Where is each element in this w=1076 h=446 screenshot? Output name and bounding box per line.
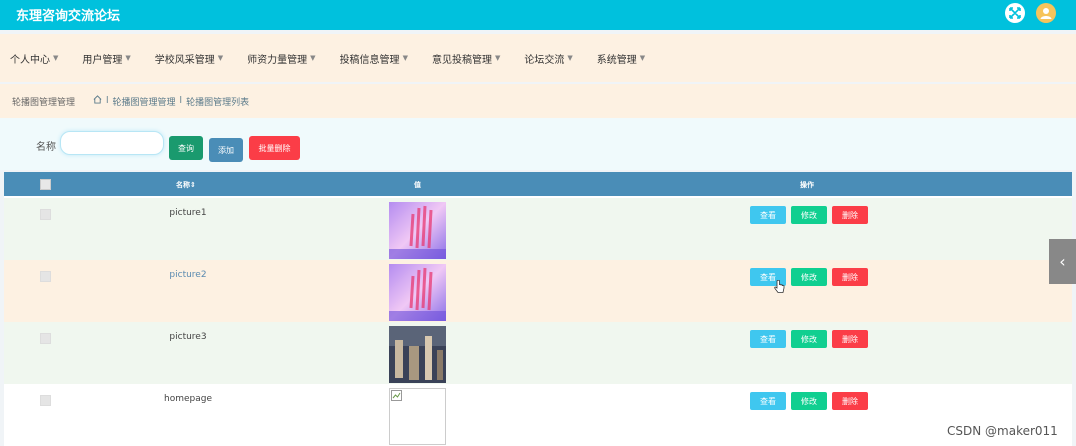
row-name: picture3 (169, 332, 207, 342)
main-menu: 个人中心 ▼ 用户管理 ▼ 学校风采管理 ▼ 师资力量管理 ▼ 投稿信息管理 ▼ 意见投稿… (0, 34, 1076, 82)
batch-delete-button[interactable]: 批量删除 (249, 136, 300, 160)
delete-button[interactable]: 删除 (832, 268, 868, 286)
chevron-down-icon: ▼ (310, 54, 316, 62)
sort-icon[interactable]: ⇕ (190, 181, 196, 189)
breadcrumb-separator: l (106, 96, 109, 106)
search-label: 名称 (36, 142, 56, 153)
table-row: picture1 查看 修改 删除 (4, 198, 1072, 260)
chevron-down-icon: ▼ (494, 54, 501, 62)
delete-button[interactable]: 删除 (832, 392, 868, 410)
table-row: picture3 查看 修改 删除 (4, 322, 1072, 384)
row-name: homepage (164, 394, 212, 404)
home-icon[interactable] (93, 95, 102, 107)
select-all-checkbox[interactable] (40, 179, 51, 190)
chevron-down-icon: ▼ (53, 54, 59, 62)
hand-cursor-icon (774, 279, 785, 298)
table-row: homepage 查看 修改 删除 (4, 384, 1072, 446)
search-input[interactable] (60, 131, 164, 155)
column-header-actions: 操作 (800, 181, 814, 189)
view-button[interactable]: 查看 (750, 206, 786, 224)
row-name: picture2 (169, 270, 207, 280)
chevron-down-icon: ▼ (217, 54, 224, 62)
menu-item-system[interactable]: 系统管理 ▼ (585, 51, 657, 66)
row-image[interactable] (389, 264, 446, 321)
edit-button[interactable]: 修改 (791, 268, 827, 286)
column-header-value: 值 (414, 181, 421, 189)
side-panel-toggle[interactable]: ‹ (1049, 239, 1076, 284)
chevron-left-icon: ‹ (1059, 252, 1066, 271)
chevron-down-icon: ▼ (125, 54, 131, 62)
fullscreen-icon[interactable] (1005, 3, 1025, 23)
breadcrumb-separator: l (179, 96, 183, 106)
breadcrumb-bar: 轮播图管理管理 l 轮播图管理管理 l 轮播图管理列表 (0, 84, 1076, 118)
breadcrumb-item: 轮播图管理列表 (186, 97, 250, 108)
menu-item-faculty[interactable]: 师资力量管理 ▼ (235, 51, 327, 66)
table-row: picture2 查看 修改 删除 (4, 260, 1072, 322)
app-title: 东理咨询交流论坛 (16, 9, 121, 24)
add-button[interactable]: 添加 (209, 138, 243, 162)
watermark: CSDN @maker011 (947, 424, 1058, 438)
delete-button[interactable]: 删除 (832, 330, 868, 348)
search-button[interactable]: 查询 (169, 136, 203, 160)
top-bar: 东理咨询交流论坛 (0, 0, 1076, 30)
edit-button[interactable]: 修改 (791, 330, 827, 348)
table-header: 名称⇕ 值 操作 (4, 172, 1072, 196)
menu-item-personal-center[interactable]: 个人中心 ▼ (0, 51, 70, 66)
chevron-down-icon: ▼ (567, 54, 573, 62)
user-avatar-icon[interactable] (1036, 3, 1056, 23)
column-header-name[interactable]: 名称⇕ (176, 180, 196, 190)
menu-item-forum[interactable]: 论坛交流 ▼ (512, 51, 584, 66)
edit-button[interactable]: 修改 (791, 206, 827, 224)
breadcrumb: l 轮播图管理管理 l 轮播图管理列表 (93, 95, 249, 108)
menu-item-submissions[interactable]: 投稿信息管理 ▼ (328, 51, 420, 66)
menu-item-user-management[interactable]: 用户管理 ▼ (70, 51, 142, 66)
view-button[interactable]: 查看 (750, 392, 786, 410)
chevron-down-icon: ▼ (402, 54, 408, 62)
data-table: 名称⇕ 值 操作 picture1 查看 修改 删除 picture2 查看 修… (4, 172, 1072, 446)
page-title: 轮播图管理管理 (12, 97, 76, 108)
view-button[interactable]: 查看 (750, 330, 786, 348)
row-name: picture1 (169, 208, 207, 218)
edit-button[interactable]: 修改 (791, 392, 827, 410)
delete-button[interactable]: 删除 (832, 206, 868, 224)
menu-item-feedback[interactable]: 意见投稿管理 ▼ (420, 51, 512, 66)
broken-image-icon[interactable] (389, 388, 446, 445)
chevron-down-icon: ▼ (639, 54, 646, 62)
row-image[interactable] (389, 202, 446, 259)
breadcrumb-item[interactable]: 轮播图管理管理 (113, 95, 176, 108)
menu-item-school-style[interactable]: 学校风采管理 ▼ (143, 51, 235, 66)
row-image[interactable] (389, 326, 446, 383)
